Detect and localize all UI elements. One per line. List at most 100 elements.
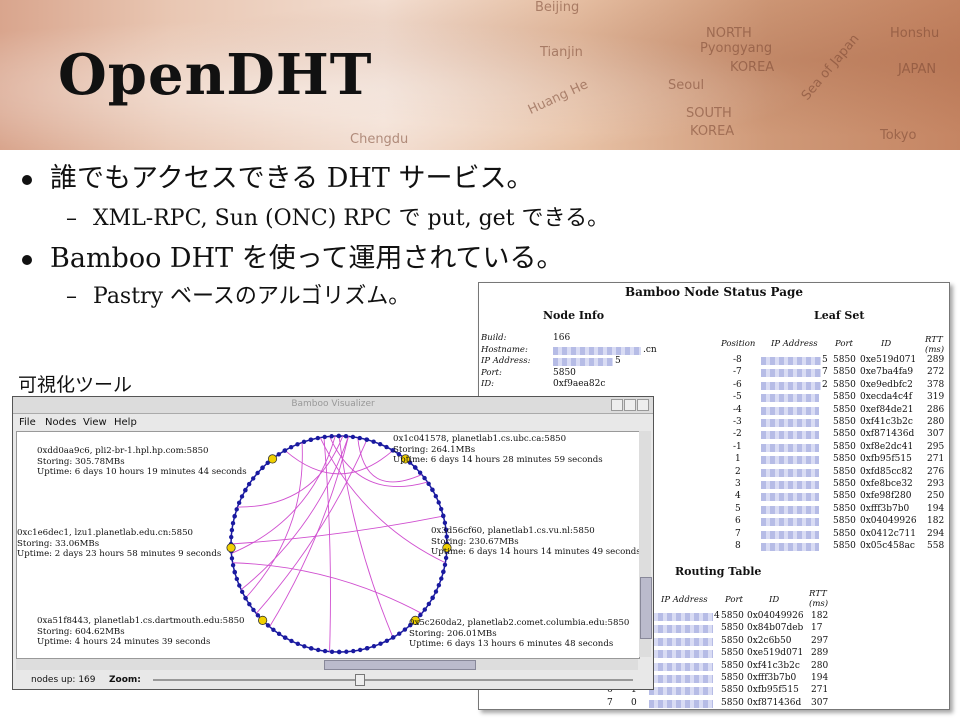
- ring-node: [336, 433, 342, 439]
- leaf-position: 6: [735, 516, 741, 527]
- zoom-slider-handle[interactable]: [355, 674, 365, 686]
- ring-node: [441, 513, 446, 519]
- redacted-ip: [761, 493, 819, 502]
- leaf-col-header: IP Address: [771, 339, 818, 349]
- routing-link: [323, 437, 331, 652]
- menu-nodes[interactable]: Nodes: [45, 417, 76, 428]
- routing-row-index: 7: [607, 697, 613, 708]
- redacted-ip: [761, 543, 819, 551]
- sub-bullet-text: Pastry ベースのアルゴリズム。: [93, 284, 411, 309]
- map-label: Tianjin: [540, 45, 583, 60]
- bullet-item: 誰でもアクセスできる DHT サービス。: [22, 156, 533, 195]
- ring-node: [430, 487, 435, 493]
- ring-node: [357, 435, 362, 441]
- node-label: 0x3d56cf60, planetlab1.cs.vu.nl:5850 Sto…: [431, 526, 641, 558]
- node-info-label: ID:: [481, 379, 495, 389]
- leaf-rtt: 286: [927, 404, 945, 415]
- leaf-col-header: ID: [881, 339, 892, 349]
- sub-bullet-item: – XML-RPC, Sun (ONC) RPC で put, get できる。: [66, 200, 609, 232]
- leaf-port: 5850: [833, 516, 856, 527]
- horizontal-scrollbar[interactable]: [16, 659, 638, 670]
- node-info-value: 166: [553, 333, 571, 343]
- map-label: Pyongyang: [700, 41, 773, 56]
- leaf-col-header: RTT (ms): [925, 335, 945, 355]
- leaf-rtt: 182: [927, 516, 945, 527]
- highlighted-node: [226, 543, 236, 553]
- window-titlebar: Bamboo Visualizer: [13, 397, 653, 414]
- ring-node: [265, 623, 271, 628]
- leaf-rtt: 294: [927, 528, 945, 539]
- redacted-ip: [761, 518, 819, 527]
- routing-port: 5850: [721, 611, 744, 621]
- node-storing: Storing: 33.06MBs: [17, 538, 100, 549]
- leaf-id: 0x04049926: [860, 516, 917, 527]
- node-id: 0xdd0aa9c6, pli2-br-1.hpl.hp.com:5850: [37, 446, 209, 456]
- menu-view[interactable]: View: [83, 417, 107, 428]
- maximize-icon[interactable]: [624, 399, 636, 411]
- node-storing: Storing: 206.01MBs: [409, 628, 497, 639]
- redacted-ip: [649, 675, 713, 683]
- ring-canvas[interactable]: 0xdd0aa9c6, pli2-br-1.hpl.hp.com:5850 St…: [16, 431, 641, 659]
- ring-node: [295, 641, 301, 647]
- scroll-thumb[interactable]: [640, 577, 652, 639]
- ring-node: [371, 439, 376, 444]
- ring-node: [377, 441, 383, 447]
- ring-node: [417, 470, 423, 475]
- ring-node: [343, 434, 349, 439]
- node-id: 0xc1e6dec1, lzu1.planetlab.edu.cn:5850: [17, 528, 194, 538]
- leaf-id: 0xfe98f280: [860, 491, 912, 502]
- ring-node: [418, 612, 423, 618]
- redacted-ip: [649, 650, 713, 659]
- ring-node: [329, 434, 334, 439]
- ring-node: [378, 641, 383, 646]
- sub-bullet-text: XML-RPC, Sun (ONC) RPC で put, get できる。: [93, 206, 610, 231]
- ring-node: [364, 437, 370, 442]
- status-bar: nodes up: 169 Zoom:: [13, 671, 653, 689]
- leaf-port: 5850: [833, 466, 856, 477]
- scroll-thumb[interactable]: [324, 660, 476, 670]
- ring-node: [308, 646, 314, 651]
- ring-node: [436, 500, 441, 505]
- redacted-ip: [761, 481, 819, 489]
- leaf-port: 5850: [833, 479, 856, 489]
- bullet-dot-icon: [22, 174, 32, 185]
- ring-node: [426, 481, 431, 486]
- highlighted-node: [258, 615, 268, 625]
- minimize-icon[interactable]: [611, 399, 623, 411]
- ring-node: [251, 607, 256, 613]
- ring-node: [308, 437, 314, 442]
- node-id: 0x3d56cf60, planetlab1.cs.vu.nl:5850: [431, 526, 595, 536]
- zoom-slider-track[interactable]: [153, 679, 633, 681]
- routing-id: 0xf871436d: [747, 697, 802, 708]
- menu-help[interactable]: Help: [114, 417, 137, 428]
- leaf-rtt: 558: [927, 541, 945, 551]
- routing-id: 0xfff3b7b0: [747, 673, 797, 683]
- ring-node: [430, 595, 435, 601]
- bullet-dot-icon: [22, 254, 32, 265]
- routing-rtt: 17: [811, 623, 823, 634]
- ring-node: [282, 448, 288, 453]
- ring-node: [397, 631, 402, 636]
- node-id: 0xa51f8443, planetlab1.cs.dartmouth.edu:…: [37, 616, 245, 626]
- dash-icon: –: [66, 206, 77, 231]
- routing-col-header: RTT (ms): [809, 589, 829, 609]
- routing-link: [255, 439, 368, 614]
- leaf-port: 5850: [833, 367, 856, 378]
- close-icon[interactable]: [637, 399, 649, 411]
- redacted-ip: [761, 468, 819, 477]
- map-label: Chengdu: [350, 132, 409, 147]
- leaf-port: 5850: [833, 541, 856, 551]
- leaf-port: 5850: [833, 503, 856, 514]
- node-info-value: 5: [615, 356, 621, 366]
- leaf-port: 5850: [833, 454, 856, 465]
- leaf-port: 5850: [833, 392, 856, 403]
- ring-node: [255, 470, 260, 476]
- leaf-id: 0xe9edbfc2: [860, 379, 913, 390]
- menu-file[interactable]: File: [19, 417, 36, 428]
- map-label: Honshu: [890, 26, 940, 41]
- vertical-scrollbar[interactable]: [639, 431, 652, 657]
- routing-col-header: IP Address: [661, 595, 708, 605]
- leaf-col-header: Port: [835, 339, 853, 349]
- leaf-port: 5850: [833, 355, 856, 365]
- redacted-ip: [761, 505, 819, 514]
